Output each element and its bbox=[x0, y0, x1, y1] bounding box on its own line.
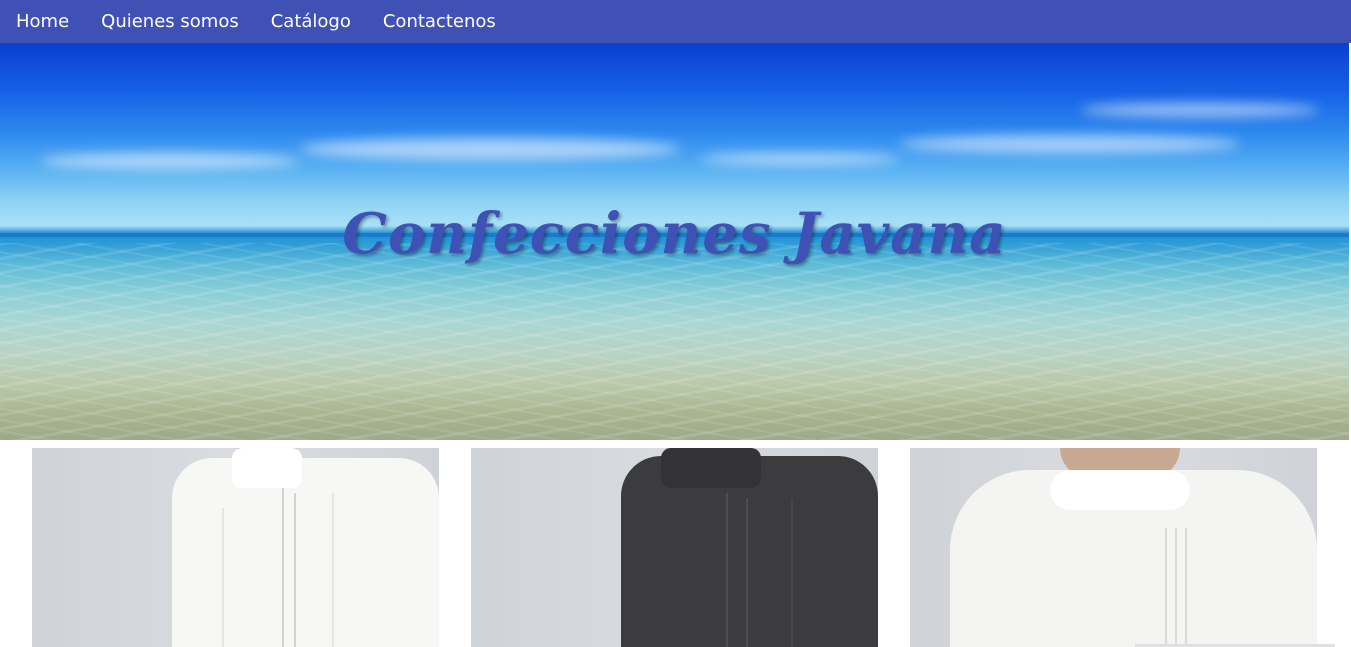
hero-banner: Confecciones Javana bbox=[0, 43, 1349, 440]
nav-link-home[interactable]: Home bbox=[0, 0, 85, 43]
nav-link-catalogo[interactable]: Catálogo bbox=[255, 0, 367, 43]
nav-link-contactenos[interactable]: Contactenos bbox=[367, 0, 512, 43]
top-navbar: Home Quienes somos Catálogo Contactenos bbox=[0, 0, 1351, 43]
water-texture bbox=[0, 243, 1349, 440]
product-image-white-shirt-front[interactable] bbox=[32, 448, 439, 647]
page-title: Confecciones Javana bbox=[342, 201, 1007, 267]
product-gallery bbox=[0, 448, 1351, 647]
product-image-black-shirt-front[interactable] bbox=[471, 448, 878, 647]
nav-link-quienes-somos[interactable]: Quienes somos bbox=[85, 0, 255, 43]
product-image-white-shirt-back[interactable] bbox=[910, 448, 1317, 647]
